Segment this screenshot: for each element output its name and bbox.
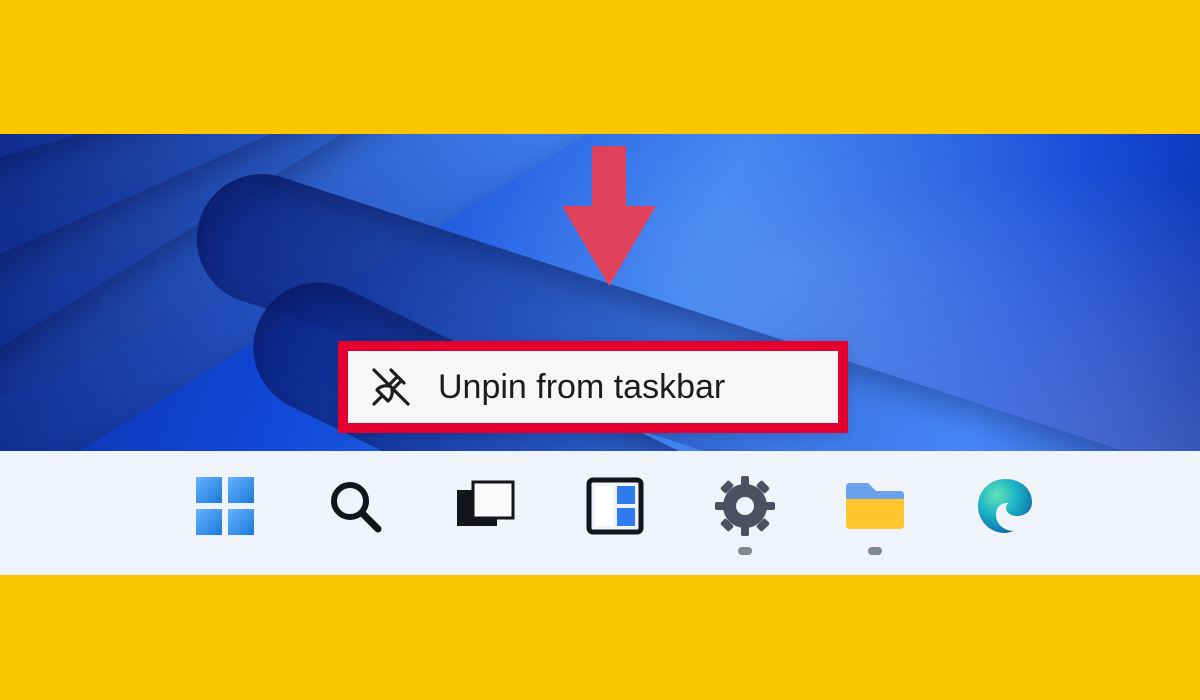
running-indicator: [868, 547, 882, 555]
taskbar-item-widgets[interactable]: [580, 468, 650, 558]
taskbar-item-edge[interactable]: [970, 468, 1040, 558]
taskbar-item-settings[interactable]: [710, 468, 780, 558]
taskbar-item-start[interactable]: [190, 468, 260, 558]
taskbar-context-menu: Unpin from taskbar: [338, 341, 848, 433]
search-icon: [320, 471, 390, 541]
taskbar: [0, 451, 1200, 575]
unpin-icon: [368, 364, 414, 410]
running-indicator: [738, 547, 752, 555]
widgets-icon: [580, 471, 650, 541]
taskbar-item-file-explorer[interactable]: [840, 468, 910, 558]
gear-icon: [710, 471, 780, 541]
task-view-icon: [450, 471, 520, 541]
annotation-arrow-icon: [562, 146, 656, 286]
context-menu-item-unpin[interactable]: Unpin from taskbar: [438, 368, 725, 407]
taskbar-item-search[interactable]: [320, 468, 390, 558]
start-icon: [190, 471, 260, 541]
screenshot-stage: Unpin from taskbar: [0, 134, 1200, 575]
edge-icon: [970, 471, 1040, 541]
taskbar-item-task-view[interactable]: [450, 468, 520, 558]
folder-icon: [840, 471, 910, 541]
